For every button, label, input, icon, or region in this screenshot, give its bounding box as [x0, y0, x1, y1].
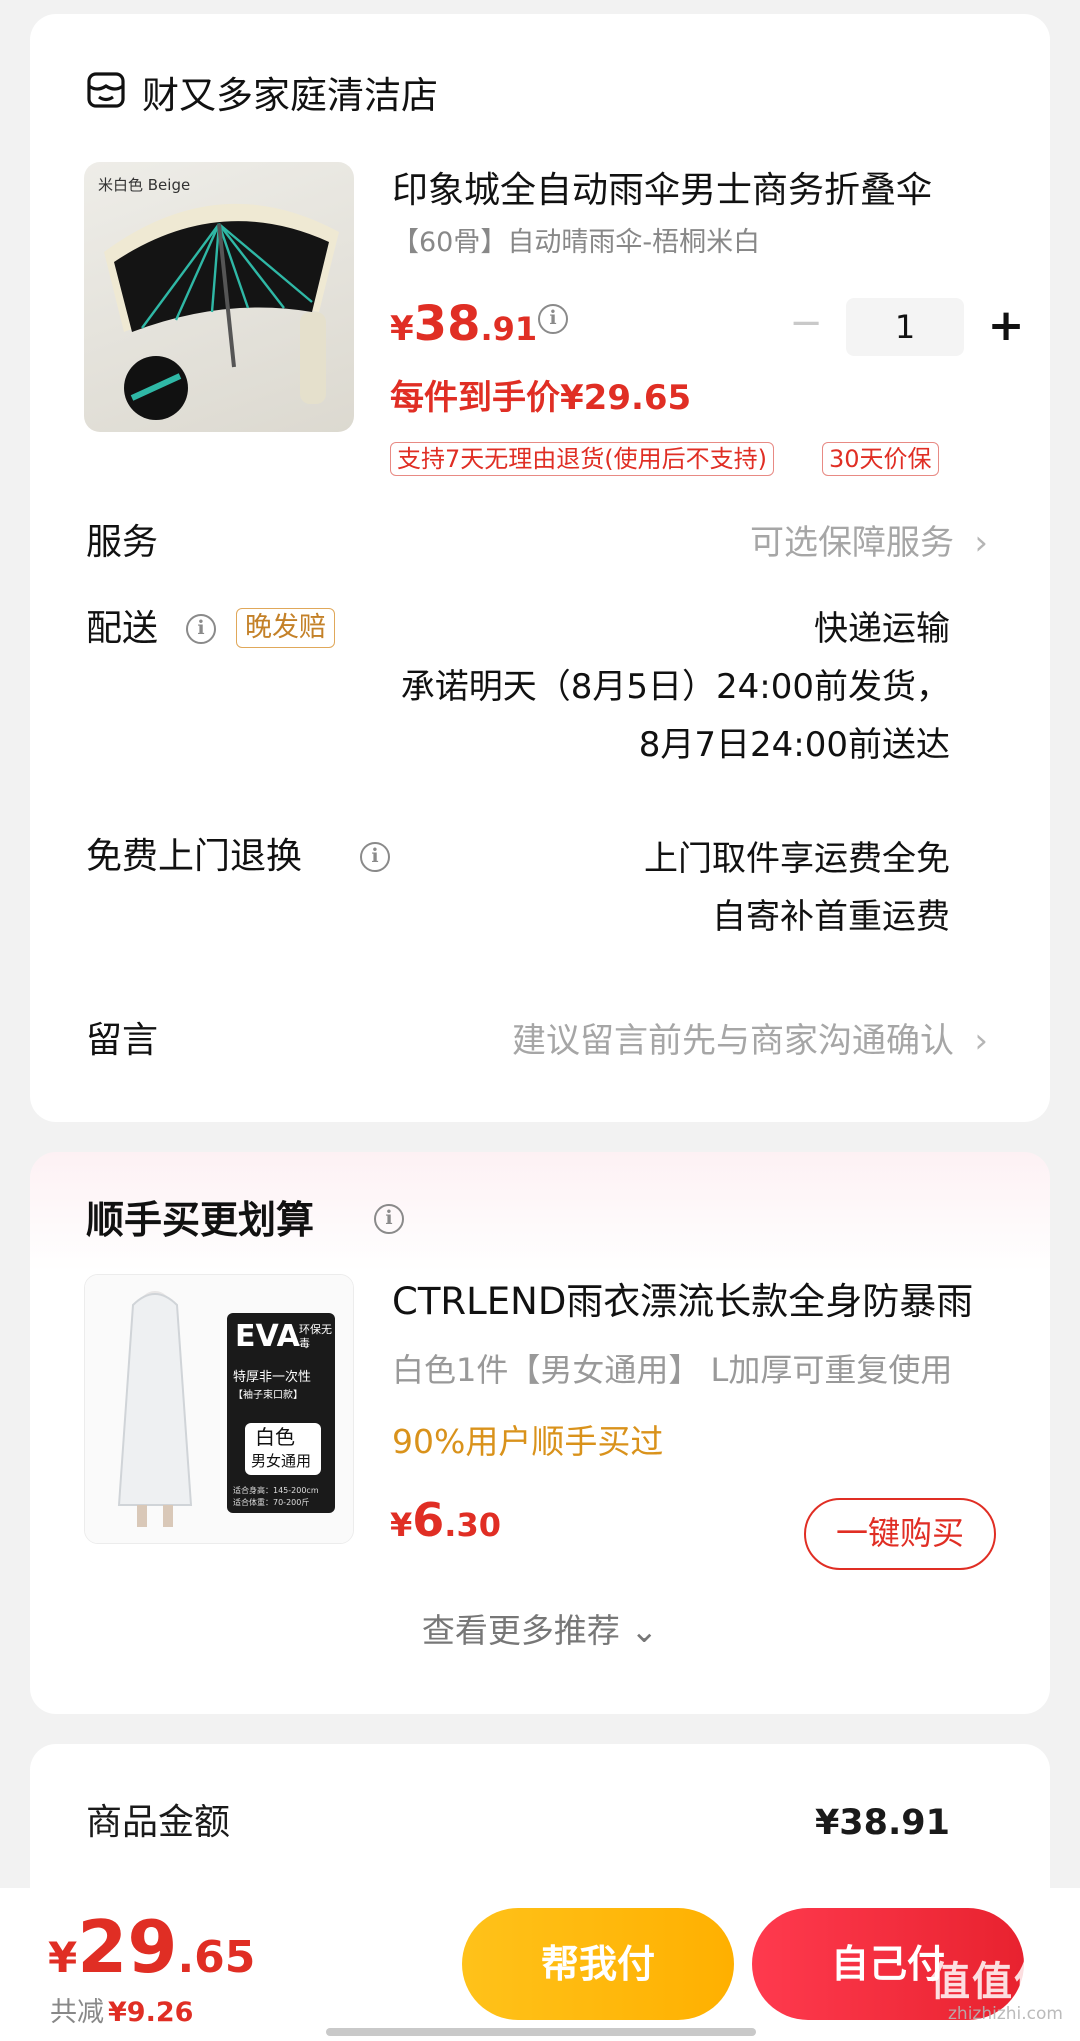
return-policy-badge: 支持7天无理由退货(使用后不支持) — [390, 442, 774, 476]
recommendation-card: 顺手买更划算 i EVA 环保无毒 特厚非一次性 【袖子束口款】 白色 男女通用… — [30, 1152, 1050, 1714]
service-label: 服务 — [86, 522, 159, 563]
raincoat-image-cuff: 【袖子束口款】 — [233, 1390, 303, 1401]
late-compensation-tag: 晚发赔 — [236, 608, 335, 648]
recommendation-social-proof: 90%用户顺手买过 — [392, 1422, 664, 1461]
total-symbol: ¥ — [48, 1933, 78, 1982]
returns-label: 免费上门退换 — [86, 836, 303, 877]
product-image[interactable]: 米白色 Beige — [84, 162, 354, 432]
message-chevron-icon[interactable]: › — [974, 1018, 988, 1064]
shop-name[interactable]: 财又多家庭清洁店 — [142, 74, 438, 118]
raincoat-image-thick: 特厚非一次性 — [233, 1370, 312, 1385]
discount-label: 共减 — [50, 1997, 104, 2028]
delivery-label: 配送 — [86, 608, 159, 649]
price-protect-badge: 30天价保 — [822, 442, 939, 476]
checkout-bar: ¥29.65 共减 ¥9.26 帮我付 自己付 值值值 zhizhizhi.co… — [0, 1888, 1080, 2041]
recommendation-spec[interactable]: 白色1件【男女通用】 L加厚可重复使用 — [392, 1348, 1012, 1392]
raincoat-image-eva: EVA — [235, 1319, 300, 1354]
help-me-pay-button[interactable]: 帮我付 — [462, 1908, 734, 2020]
delivery-promise-line1: 承诺明天（8月5日）24:00前发货， — [400, 667, 950, 707]
reco-price-integer: 6 — [412, 1493, 445, 1547]
recommendation-title: 顺手买更划算 — [86, 1198, 315, 1242]
recommendation-image[interactable]: EVA 环保无毒 特厚非一次性 【袖子束口款】 白色 男女通用 适合身高：145… — [84, 1274, 354, 1544]
shop-icon — [86, 70, 126, 110]
watermark-logo: 值值值 — [930, 1959, 1056, 2005]
umbrella-illustration — [104, 203, 339, 420]
order-card: 财又多家庭清洁店 米白色 Beige 印象城全自动雨伞男士商务折叠伞 【60骨】… — [30, 14, 1050, 1122]
price-symbol: ¥ — [390, 309, 414, 349]
returns-line1: 上门取件享运费全免 — [644, 839, 950, 879]
more-recommendations-link[interactable]: 查看更多推荐 ⌄ — [30, 1608, 1050, 1654]
recommendation-price: ¥6.30 — [390, 1492, 501, 1559]
price-info-icon[interactable]: i — [538, 304, 568, 334]
returns-info-icon[interactable]: i — [360, 842, 390, 872]
service-option[interactable]: 可选保障服务 — [750, 520, 954, 566]
discount-value[interactable]: ¥9.26 — [108, 1996, 193, 2030]
reco-price-decimal: .30 — [444, 1506, 501, 1544]
raincoat-illustration — [85, 1275, 353, 1543]
watermark-url: zhizhizhi.com — [948, 2004, 1063, 2024]
returns-line2: 自寄补首重运费 — [712, 897, 950, 937]
delivery-method: 快递运输 — [814, 609, 950, 649]
product-image-tag: 米白色 Beige — [98, 176, 191, 194]
total-integer: 29 — [77, 1905, 178, 1989]
message-input[interactable]: 建议留言前先与商家沟通确认 — [512, 1018, 954, 1064]
service-chevron-icon[interactable]: › — [974, 520, 988, 566]
raincoat-image-unisex: 男女通用 — [251, 1452, 312, 1470]
quantity-decrease-button[interactable]: − — [778, 298, 834, 348]
delivery-info-icon[interactable]: i — [186, 614, 216, 644]
goods-amount-value: ¥38.91 — [814, 1803, 950, 1843]
raincoat-image-color: 白色 — [255, 1425, 295, 1449]
total-decimal: .65 — [177, 1932, 256, 1983]
product-title[interactable]: 印象城全自动雨伞男士商务折叠伞 — [392, 168, 1012, 214]
message-label: 留言 — [86, 1020, 159, 1061]
delivery-promise-line2: 8月7日24:00前送达 — [638, 725, 950, 765]
home-indicator[interactable] — [326, 2028, 756, 2036]
raincoat-image-weight: 适合体重：70-200斤 — [233, 1498, 310, 1507]
one-click-buy-button[interactable]: 一键购买 — [804, 1498, 996, 1570]
deal-price: 每件到手价¥29.65 — [390, 378, 692, 418]
raincoat-image-eco: 环保无毒 — [299, 1323, 332, 1350]
product-price: ¥38.91 — [390, 294, 537, 365]
goods-amount-label: 商品金额 — [86, 1802, 231, 1843]
product-spec[interactable]: 【60骨】自动晴雨伞-梧桐米白 — [392, 226, 760, 260]
raincoat-image-height: 适合身高：145-200cm — [233, 1486, 319, 1495]
reco-price-symbol: ¥ — [390, 1506, 413, 1544]
recommendation-name[interactable]: CTRLEND雨衣漂流长款全身防暴雨 — [392, 1278, 1012, 1326]
price-decimal: .91 — [480, 310, 538, 348]
quantity-input[interactable]: 1 — [846, 298, 964, 356]
quantity-increase-button[interactable]: + — [978, 298, 1034, 354]
recommendation-info-icon[interactable]: i — [374, 1204, 404, 1234]
price-integer: 38 — [413, 296, 481, 352]
